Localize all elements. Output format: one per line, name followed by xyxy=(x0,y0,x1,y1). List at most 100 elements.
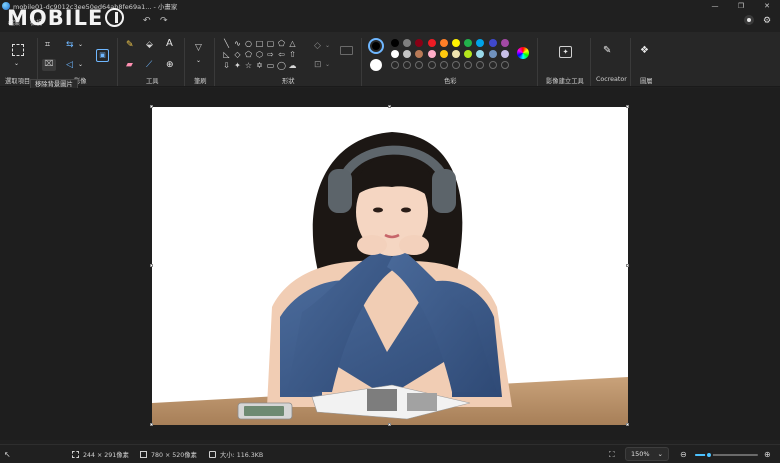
stroke-size-icon[interactable] xyxy=(340,46,353,55)
pentagon-shape-icon[interactable]: ⬠ xyxy=(244,50,253,59)
layers-icon[interactable]: ❖ xyxy=(640,46,649,56)
right-triangle-shape-icon[interactable]: ◺ xyxy=(222,50,231,59)
palette-swatch[interactable] xyxy=(464,50,473,58)
triangle-shape-icon[interactable]: △ xyxy=(288,39,297,48)
left-arrow-shape-icon[interactable]: ⇦ xyxy=(277,50,286,59)
resize-handle-top[interactable] xyxy=(388,105,391,108)
remove-background-icon[interactable]: ⌧ xyxy=(42,59,56,71)
palette-swatch[interactable] xyxy=(439,50,448,58)
custom-color-slot[interactable] xyxy=(476,61,485,69)
fill-shape-icon[interactable]: ⊡ xyxy=(314,60,322,70)
custom-color-slot[interactable] xyxy=(415,61,424,69)
redo-icon[interactable]: ↷ xyxy=(160,16,168,26)
magnifier-icon[interactable]: ⊕ xyxy=(166,60,174,70)
brush-chevron-down-icon[interactable]: ⌄ xyxy=(196,56,201,66)
text-tool-icon[interactable]: A xyxy=(166,39,173,49)
callout-rectangle-shape-icon[interactable]: ▭ xyxy=(266,61,275,70)
custom-color-slot[interactable] xyxy=(488,61,497,69)
brush-icon[interactable]: ▽ xyxy=(195,43,202,53)
custom-color-slot[interactable] xyxy=(452,61,460,69)
palette-swatch[interactable] xyxy=(403,50,412,58)
callout-oval-shape-icon[interactable]: ◯ xyxy=(277,61,286,70)
zoom-in-icon[interactable]: ⊕ xyxy=(764,450,771,459)
minimize-button[interactable]: — xyxy=(702,0,728,12)
undo-icon[interactable]: ↶ xyxy=(143,16,151,26)
callout-cloud-shape-icon[interactable]: ☁ xyxy=(288,61,297,70)
palette-swatch[interactable] xyxy=(488,50,497,58)
palette-swatch[interactable] xyxy=(415,50,424,58)
palette-swatch[interactable] xyxy=(427,50,436,58)
resize-handle-top-left[interactable] xyxy=(150,105,153,108)
palette-swatch[interactable] xyxy=(464,39,473,47)
custom-color-slot[interactable] xyxy=(500,61,509,69)
zoom-level-dropdown[interactable]: 150% ⌄ xyxy=(625,447,669,461)
flip-icon[interactable]: ◁ xyxy=(66,60,73,70)
palette-swatch[interactable] xyxy=(452,50,460,58)
resize-handle-right[interactable] xyxy=(626,264,629,267)
selection-chevron-down-icon[interactable]: ⌄ xyxy=(14,59,19,69)
diamond-shape-icon[interactable]: ◇ xyxy=(233,50,242,59)
polygon-shape-icon[interactable]: ⬠ xyxy=(277,39,286,48)
resize-handle-bottom-right[interactable] xyxy=(626,423,629,426)
zoom-out-icon[interactable]: ⊖ xyxy=(680,450,687,459)
palette-swatch[interactable] xyxy=(488,39,497,47)
crop-icon[interactable]: ⌗ xyxy=(45,40,50,50)
settings-gear-icon[interactable]: ⚙ xyxy=(763,16,771,26)
four-point-star-shape-icon[interactable]: ✦ xyxy=(233,61,242,70)
custom-color-slot[interactable] xyxy=(391,61,399,69)
close-button[interactable]: ✕ xyxy=(754,0,780,12)
secondary-color-swatch[interactable] xyxy=(370,59,382,71)
canvas-image[interactable] xyxy=(152,107,628,425)
custom-color-slot[interactable] xyxy=(403,61,412,69)
zoom-slider-thumb[interactable] xyxy=(704,451,713,459)
palette-swatch[interactable] xyxy=(403,39,412,47)
palette-swatch[interactable] xyxy=(476,50,485,58)
outline-chevron-down-icon[interactable]: ⌄ xyxy=(325,41,330,51)
maximize-button[interactable]: ❐ xyxy=(728,0,754,12)
palette-swatch[interactable] xyxy=(427,39,436,47)
custom-color-slot[interactable] xyxy=(439,61,448,69)
fit-to-window-icon[interactable]: ⛶ xyxy=(609,450,615,460)
resize-handle-bottom[interactable] xyxy=(388,423,391,426)
custom-color-slot[interactable] xyxy=(427,61,436,69)
resize-chevron-down-icon[interactable]: ⌄ xyxy=(78,40,83,50)
resize-handle-left[interactable] xyxy=(150,264,153,267)
palette-swatch[interactable] xyxy=(391,39,399,47)
five-point-star-shape-icon[interactable]: ☆ xyxy=(244,61,253,70)
rectangle-shape-icon[interactable]: □ xyxy=(255,39,264,48)
palette-swatch[interactable] xyxy=(439,39,448,47)
resize-handle-bottom-left[interactable] xyxy=(150,423,153,426)
zoom-slider[interactable] xyxy=(695,451,758,459)
account-icon[interactable] xyxy=(744,15,754,25)
cocreator-icon[interactable]: ✎ xyxy=(603,46,611,56)
up-arrow-shape-icon[interactable]: ⇧ xyxy=(288,50,297,59)
palette-swatch[interactable] xyxy=(500,50,509,58)
palette-swatch[interactable] xyxy=(500,39,509,47)
resize-icon[interactable]: ⇆ xyxy=(66,40,74,50)
eraser-icon[interactable]: ▰ xyxy=(126,60,133,70)
six-point-star-shape-icon[interactable]: ✡ xyxy=(255,61,264,70)
select-rectangle-icon[interactable] xyxy=(12,44,24,56)
custom-color-slot[interactable] xyxy=(464,61,473,69)
right-arrow-shape-icon[interactable]: ⇨ xyxy=(266,50,275,59)
palette-swatch[interactable] xyxy=(391,50,399,58)
color-picker-icon[interactable]: ⟋ xyxy=(146,60,152,70)
pencil-icon[interactable]: ✎ xyxy=(126,40,134,50)
oval-shape-icon[interactable]: ○ xyxy=(244,39,253,48)
image-creator-icon[interactable]: ✦ xyxy=(559,46,572,58)
outline-icon[interactable]: ◇ xyxy=(314,41,321,51)
fill-bucket-icon[interactable]: ⬙ xyxy=(146,40,153,50)
flip-chevron-down-icon[interactable]: ⌄ xyxy=(78,60,83,70)
rounded-rectangle-shape-icon[interactable]: ▢ xyxy=(266,39,275,48)
palette-swatch[interactable] xyxy=(476,39,485,47)
resize-handle-top-right[interactable] xyxy=(626,105,629,108)
primary-color-swatch[interactable] xyxy=(368,38,384,54)
curve-shape-icon[interactable]: ∿ xyxy=(233,39,242,48)
hexagon-shape-icon[interactable]: ⬡ xyxy=(255,50,264,59)
edit-colors-icon[interactable] xyxy=(517,47,529,59)
down-arrow-shape-icon[interactable]: ⇩ xyxy=(222,61,231,70)
palette-swatch[interactable] xyxy=(415,39,424,47)
palette-swatch[interactable] xyxy=(452,39,460,47)
line-shape-icon[interactable]: ╲ xyxy=(222,39,231,48)
image-select-icon[interactable]: ▣ xyxy=(96,49,109,62)
